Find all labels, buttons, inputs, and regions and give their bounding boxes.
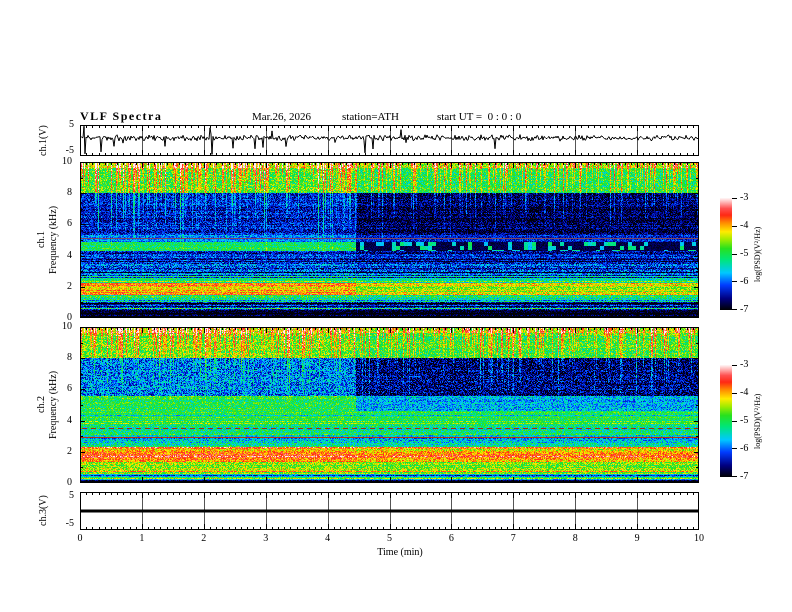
ch1-wave-ymin-label: -5 [65,145,74,156]
colorbar2-tick-label: -7 [740,471,749,482]
spec1-ytick-label: 10 [62,156,72,167]
time-tick-label: 10 [694,533,704,544]
spec2-ytick-label: 6 [67,383,72,395]
time-tick-label: 5 [387,533,392,544]
colorbar2-tick-label: -3 [740,359,749,370]
ch1-waveform-canvas [80,125,699,156]
spec2-ytick-label: 2 [67,445,72,457]
time-tick-label: 1 [139,533,145,544]
start-ut-label: start UT = 0 : 0 : 0 [437,111,522,123]
time-tick-label: 9 [634,533,640,544]
spec2-ytick-label: 10 [62,321,72,332]
time-tick-label: 3 [263,533,269,544]
ch3-waveform-canvas [80,492,699,530]
date-label: Mar.26, 2026 [252,111,311,123]
spec2-ytick-label: 4 [67,414,72,426]
colorbar2-tick-label: -5 [740,415,749,426]
time-tick-label: 2 [201,533,207,544]
ch2-spectrogram-canvas [80,327,699,483]
colorbar1-canvas [720,198,738,310]
colorbar2-tick-label: -4 [740,387,749,398]
station-label: station=ATH [342,111,399,123]
time-tick-label: 0 [77,533,83,544]
spec1-ytick-label: 4 [67,249,72,261]
time-axis-label: Time (min) [377,547,423,558]
time-tick-label: 4 [325,533,331,544]
spec2-ytick-label: 8 [67,352,72,364]
time-tick-label: 8 [572,533,578,544]
ch3-wave-ymax-label: 5 [69,490,74,501]
ch2-spec-axis-label: Frequency (kHz) [48,370,59,440]
colorbar1-tick-label: -5 [740,248,749,259]
colorbar1-tick-label: -3 [740,192,749,203]
ch1-spec-axis-label: Frequency (kHz) [48,205,59,275]
ch1-wave-ymax-label: 5 [69,119,74,130]
colorbar1-tick-label: -7 [740,304,749,315]
spec1-ytick-label: 2 [67,280,72,292]
ch2-spec-channel-label: ch.2 [36,396,47,414]
spec1-ytick-label: 6 [67,218,72,230]
colorbar2-canvas [720,365,738,477]
vlf-spectra-screen: VLF Spectra Mar.26, 2026 station=ATH sta… [0,0,792,612]
colorbar1-tick-label: -6 [740,276,749,287]
ch3-wave-axis-label: ch.3(V) [38,495,49,527]
spec2-ytick-label: 0 [67,477,72,488]
colorbar1-tick-label: -4 [740,220,749,231]
time-tick-label: 7 [510,533,516,544]
page-title: VLF Spectra [80,109,163,123]
ch3-wave-ymin-label: -5 [65,518,74,529]
ch1-spectrogram-canvas [80,162,699,318]
colorbar2-tick-label: -6 [740,443,749,454]
spec1-ytick-label: 8 [67,187,72,199]
ch1-spec-channel-label: ch.1 [36,231,47,249]
ch1-wave-axis-label: ch.1(V) [38,125,49,157]
time-tick-label: 6 [448,533,454,544]
